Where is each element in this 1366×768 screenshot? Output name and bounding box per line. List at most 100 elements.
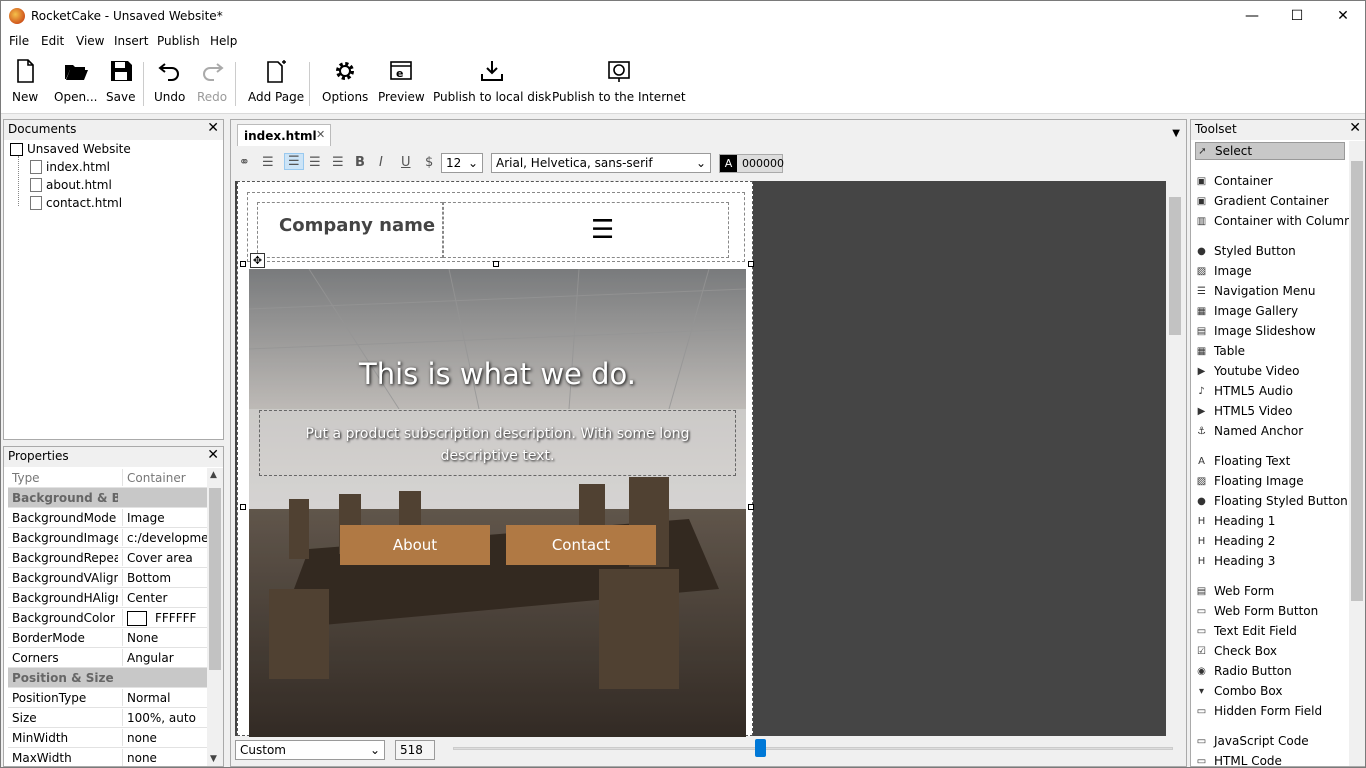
property-value[interactable]: none xyxy=(122,749,208,766)
tool-styled-button[interactable]: ● Styled Button xyxy=(1195,242,1296,260)
tool-named-anchor[interactable]: ⚓ Named Anchor xyxy=(1195,422,1303,440)
tool-heading-2[interactable]: H Heading 2 xyxy=(1195,532,1276,550)
property-value[interactable]: FFFFFF xyxy=(122,609,208,626)
menu-publish[interactable]: Publish xyxy=(157,34,200,48)
scroll-down-icon[interactable]: ▼ xyxy=(210,754,217,764)
tool-table[interactable]: ▦ Table xyxy=(1195,342,1245,360)
tree-file-index[interactable]: index.html xyxy=(30,160,110,174)
tool-floating-styled-button[interactable]: ● Floating Styled Button xyxy=(1195,492,1348,510)
properties-scrollbar[interactable]: ▲ ▼ xyxy=(207,468,223,766)
tool-container-with-columns[interactable]: ▥ Container with Columns xyxy=(1195,212,1358,230)
property-row[interactable]: Position & Size xyxy=(8,668,208,688)
toolset-scroll-thumb[interactable] xyxy=(1351,161,1363,601)
resize-handle[interactable] xyxy=(493,261,499,267)
property-row[interactable]: BackgroundHAlignn Center xyxy=(8,588,208,608)
tool-heading-1[interactable]: H Heading 1 xyxy=(1195,512,1276,530)
tool-radio-button[interactable]: ◉ Radio Button xyxy=(1195,662,1292,680)
color-swatch[interactable] xyxy=(127,611,147,626)
resize-handle[interactable] xyxy=(748,504,754,510)
property-value[interactable]: Center xyxy=(122,589,208,606)
property-value[interactable]: Image xyxy=(122,509,208,526)
undo-button[interactable]: Undo xyxy=(154,58,185,110)
tool-hidden-form-field[interactable]: ▭ Hidden Form Field xyxy=(1195,702,1322,720)
property-row[interactable]: BackgroundMode Image xyxy=(8,508,208,528)
tool-youtube-video[interactable]: ▶ Youtube Video xyxy=(1195,362,1300,380)
hero-subtitle[interactable]: Put a product subscription description. … xyxy=(289,423,706,467)
align-justify-icon[interactable]: ☰ xyxy=(332,155,344,170)
company-name-text[interactable]: Company name xyxy=(279,215,435,236)
design-canvas[interactable]: Company name ☰ ✥ This is what we do. Put… xyxy=(235,181,1182,737)
tool-combo-box[interactable]: ▾ Combo Box xyxy=(1195,682,1283,700)
close-window-button[interactable]: ✕ xyxy=(1320,1,1365,31)
property-row[interactable]: Corners Angular xyxy=(8,648,208,668)
underline-icon[interactable]: U xyxy=(401,155,411,170)
publish-internet-button[interactable]: Publish to the Internet xyxy=(552,58,686,110)
tool-text-edit-field[interactable]: ▭ Text Edit Field xyxy=(1195,622,1297,640)
link-icon[interactable]: ⚭ xyxy=(239,155,250,170)
property-row[interactable]: Type Container xyxy=(8,468,208,488)
property-value[interactable]: c:/development xyxy=(122,529,208,546)
property-value[interactable]: Container xyxy=(122,469,208,486)
font-family-select[interactable]: Arial, Helvetica, sans-serif ⌄ xyxy=(491,153,711,173)
hero-section[interactable]: This is what we do. Put a product subscr… xyxy=(249,269,746,737)
scroll-up-icon[interactable]: ▲ xyxy=(210,470,217,480)
property-value[interactable]: Normal xyxy=(122,689,208,706)
new-button[interactable]: New xyxy=(12,58,38,110)
font-size-select[interactable]: 12 ⌄ xyxy=(441,153,483,173)
property-row[interactable]: Background & Border xyxy=(8,488,208,508)
tool-select[interactable]: ➚ Select xyxy=(1195,142,1345,160)
property-row[interactable]: BackgroundImage c:/development xyxy=(8,528,208,548)
tool-image-slideshow[interactable]: ▤ Image Slideshow xyxy=(1195,322,1316,340)
resize-handle[interactable] xyxy=(240,261,246,267)
about-button[interactable]: About xyxy=(340,525,490,565)
device-preset-select[interactable]: Custom ⌄ xyxy=(235,740,385,760)
tree-file-about[interactable]: about.html xyxy=(30,178,112,192)
resize-handle[interactable] xyxy=(748,261,754,267)
bold-icon[interactable]: B xyxy=(355,155,365,170)
align-center-icon[interactable]: ☰ xyxy=(284,153,304,170)
tool-check-box[interactable]: ☑ Check Box xyxy=(1195,642,1277,660)
minimize-button[interactable]: — xyxy=(1229,1,1275,31)
tool-image[interactable]: ▨ Image xyxy=(1195,262,1252,280)
property-value[interactable]: 100%, auto xyxy=(122,709,208,726)
move-handle-icon[interactable]: ✥ xyxy=(250,253,265,268)
publish-local-button[interactable]: Publish to local disk xyxy=(433,58,551,110)
width-slider-track[interactable] xyxy=(453,747,1173,750)
maximize-button[interactable]: ☐ xyxy=(1274,1,1320,31)
tool-gradient-container[interactable]: ▣ Gradient Container xyxy=(1195,192,1329,210)
dollar-icon[interactable]: $ xyxy=(425,155,433,170)
tool-floating-text[interactable]: A Floating Text xyxy=(1195,452,1290,470)
tool-web-form-button[interactable]: ▭ Web Form Button xyxy=(1195,602,1318,620)
resize-handle[interactable] xyxy=(240,504,246,510)
width-slider-thumb[interactable] xyxy=(755,739,766,757)
options-button[interactable]: Options xyxy=(322,58,368,110)
menu-help[interactable]: Help xyxy=(210,34,237,48)
align-right-icon[interactable]: ☰ xyxy=(309,155,321,170)
open-button[interactable]: Open... xyxy=(54,58,98,110)
tool-image-gallery[interactable]: ▦ Image Gallery xyxy=(1195,302,1298,320)
menu-file[interactable]: File xyxy=(9,34,29,48)
tool-container[interactable]: ▣ Container xyxy=(1195,172,1273,190)
align-left-icon[interactable]: ☰ xyxy=(262,155,274,170)
tool-web-form[interactable]: ▤ Web Form xyxy=(1195,582,1274,600)
redo-button[interactable]: Redo xyxy=(197,58,227,110)
property-row[interactable]: BackgroundRepeat Cover area xyxy=(8,548,208,568)
preview-button[interactable]: e Preview xyxy=(378,58,425,110)
documents-close-button[interactable]: ✕ xyxy=(207,120,219,136)
tab-list-chevron-icon[interactable]: ▼ xyxy=(1172,128,1180,139)
property-row[interactable]: Size 100%, auto xyxy=(8,708,208,728)
property-value[interactable]: Cover area xyxy=(122,549,208,566)
hamburger-menu-icon[interactable]: ☰ xyxy=(591,215,614,245)
property-row[interactable]: PositionType Normal xyxy=(8,688,208,708)
tool-javascript-code[interactable]: ▭ JavaScript Code xyxy=(1195,732,1309,750)
menu-edit[interactable]: Edit xyxy=(41,34,64,48)
width-field[interactable]: 518 xyxy=(395,740,435,760)
contact-button[interactable]: Contact xyxy=(506,525,656,565)
italic-icon[interactable]: I xyxy=(379,155,383,170)
property-row[interactable]: BorderMode None xyxy=(8,628,208,648)
add-page-button[interactable]: Add Page xyxy=(248,58,304,110)
tab-index-html[interactable]: index.html ✕ xyxy=(237,124,331,146)
property-row[interactable]: MaxWidth none xyxy=(8,748,208,766)
tool-navigation-menu[interactable]: ☰ Navigation Menu xyxy=(1195,282,1315,300)
menu-container[interactable]: ☰ xyxy=(443,202,729,258)
